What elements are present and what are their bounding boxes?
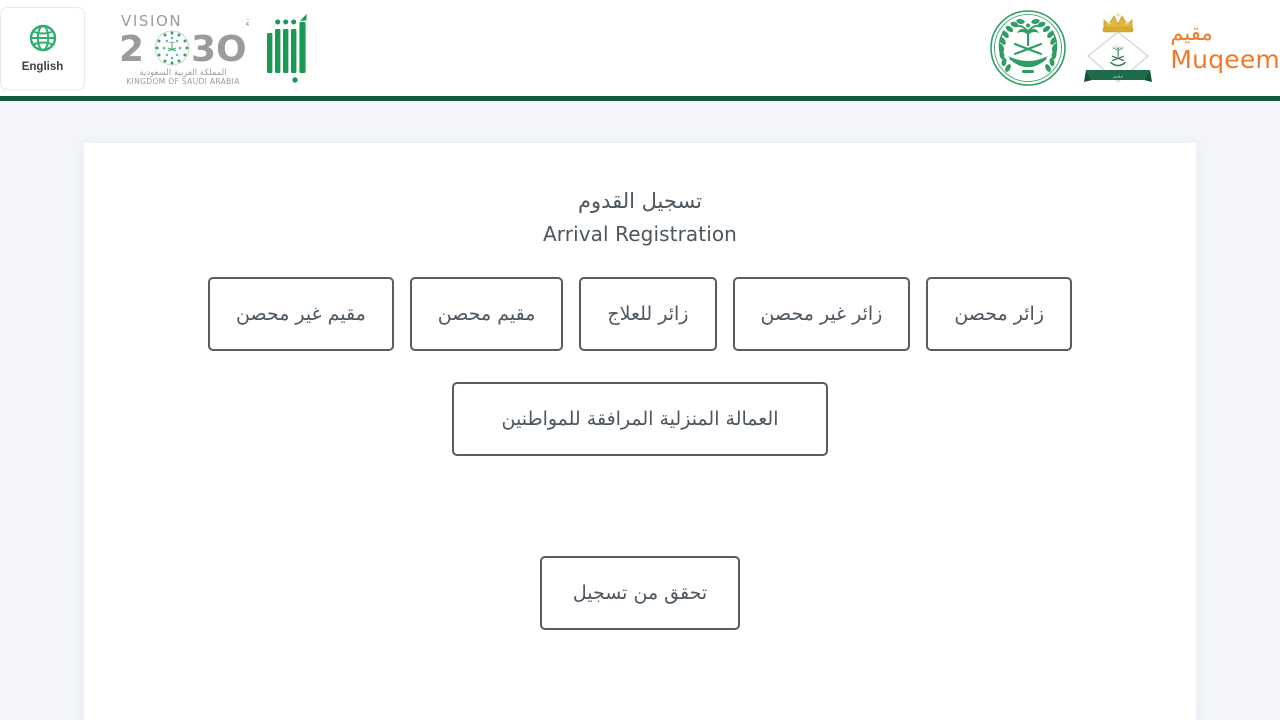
site-header: مملكة مقيم مقيم Muqeem English VISION ة …	[0, 0, 1280, 101]
verify-row: تحقق من تسجيل	[108, 556, 1172, 631]
brand-wordmark: مقيم Muqeem	[1170, 21, 1280, 75]
category-visitor-immunized[interactable]: زائر محصن	[926, 277, 1072, 352]
svg-text:رؤيــــة: رؤيــــة	[245, 14, 249, 30]
header-right-group: English VISION رؤيــــة 2 3O	[0, 6, 343, 90]
page-body: تسجيل القدوم Arrival Registration زائر م…	[0, 101, 1280, 720]
svg-text:2: 2	[119, 29, 144, 70]
page-title-english: Arrival Registration	[543, 222, 737, 247]
muqeem-crest-logo: مملكة مقيم	[1084, 13, 1153, 83]
language-switch-label: English	[21, 60, 64, 73]
vision-2030-logo: VISION رؤيــــة 2 3O	[119, 12, 249, 86]
category-resident-immunized[interactable]: مقيم محصن	[409, 277, 564, 352]
category-domestic-workers[interactable]: العمالة المنزلية المرافقة للمواطنين	[452, 382, 828, 457]
ministry-of-interior-emblem	[990, 10, 1067, 86]
muqeem-wordmark-icon	[267, 14, 307, 83]
category-resident-non-immunized[interactable]: مقيم غير محصن	[208, 277, 394, 352]
category-visitor-non-immunized[interactable]: زائر غير محصن	[732, 277, 911, 352]
header-branding: مملكة مقيم مقيم Muqeem	[896, 8, 1280, 88]
svg-text:VISION: VISION	[121, 12, 182, 30]
verify-registration-button[interactable]: تحقق من تسجيل	[540, 556, 740, 631]
svg-text:KINGDOM OF SAUDI ARABIA: KINGDOM OF SAUDI ARABIA	[126, 77, 240, 86]
arrival-registration-card: تسجيل القدوم Arrival Registration زائر م…	[84, 143, 1196, 720]
page-title-arabic: تسجيل القدوم	[577, 189, 703, 213]
brand-name-english: Muqeem	[1170, 45, 1280, 75]
globe-icon	[29, 24, 56, 51]
svg-text:مقيم: مقيم	[1113, 74, 1123, 80]
domestic-workers-row: العمالة المنزلية المرافقة للمواطنين	[108, 382, 1172, 457]
category-button-row: زائر محصن زائر غير محصن زائر للعلاج مقيم…	[108, 277, 1172, 352]
brand-name-arabic: مقيم	[1170, 21, 1213, 46]
language-switch-button[interactable]: English	[0, 6, 85, 90]
svg-text:3O: 3O	[191, 29, 247, 70]
category-visitor-treatment[interactable]: زائر للعلاج	[579, 277, 717, 352]
